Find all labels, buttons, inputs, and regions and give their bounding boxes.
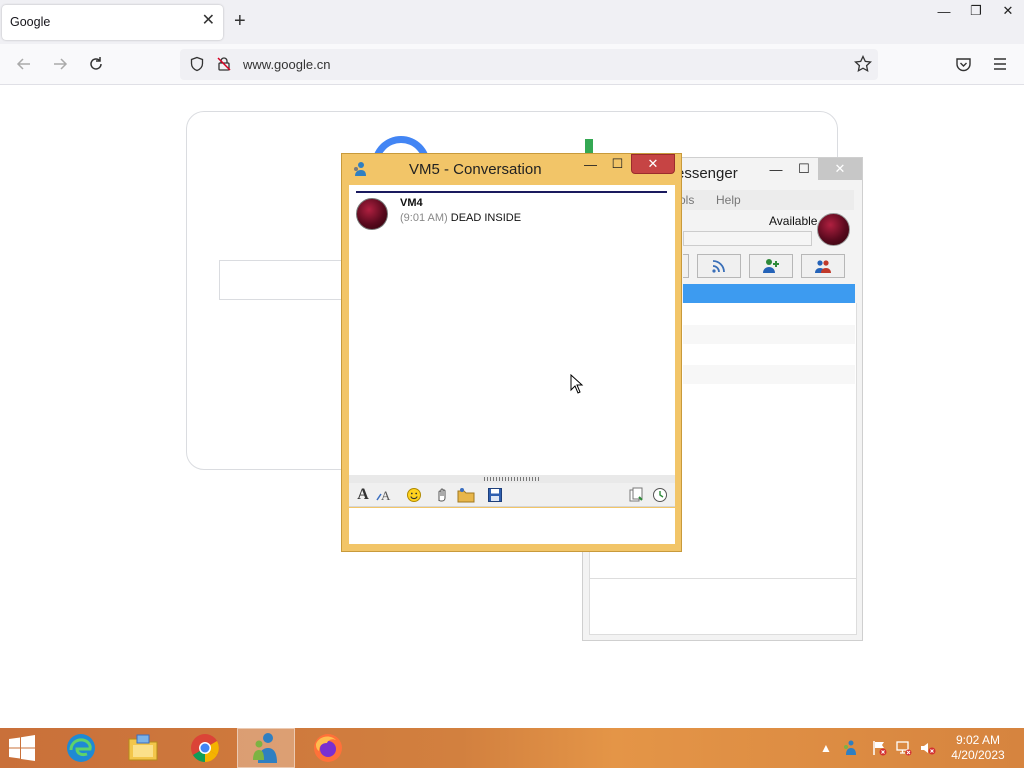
- shield-icon[interactable]: [189, 56, 205, 75]
- browser-navbar: www.google.cn: [0, 44, 1024, 85]
- messenger-toolbar: [683, 254, 853, 278]
- messenger-window-controls: — ☐ ✕: [762, 158, 862, 180]
- add-group-icon[interactable]: [801, 254, 845, 278]
- conversation-window-controls: — ☐ ✕: [577, 154, 675, 174]
- invite-icon[interactable]: [627, 486, 645, 504]
- system-tray: ▲ 9:02 AM 4/20/2023: [804, 728, 1024, 768]
- tab-title: Google: [10, 15, 51, 29]
- menu-icon[interactable]: [992, 56, 1008, 75]
- message-time: (9:01 AM): [400, 212, 448, 224]
- taskbar-chrome-icon[interactable]: [176, 728, 234, 768]
- browser-tab-google[interactable]: Google ✕: [2, 5, 223, 40]
- new-tab-button[interactable]: +: [234, 11, 246, 31]
- clock-time: 9:02 AM: [955, 733, 1001, 747]
- personal-message-field[interactable]: [683, 231, 812, 246]
- share-files-icon[interactable]: [457, 486, 475, 504]
- volume-muted-icon[interactable]: [920, 740, 936, 756]
- history-divider: [356, 191, 667, 193]
- add-contact-icon[interactable]: [749, 254, 793, 278]
- contact-list-bottom: [589, 578, 857, 635]
- save-icon[interactable]: [486, 486, 504, 504]
- history-icon[interactable]: [651, 486, 669, 504]
- format-toolbar: A A: [349, 483, 675, 507]
- font-style-icon[interactable]: A: [375, 486, 393, 504]
- taskbar-edge-icon[interactable]: [52, 728, 110, 768]
- presence-status[interactable]: Available: [769, 214, 817, 228]
- message-input[interactable]: [349, 508, 675, 544]
- close-button[interactable]: ✕: [992, 0, 1024, 22]
- google-search-input[interactable]: [219, 260, 349, 300]
- show-hidden-icons-icon[interactable]: ▲: [818, 740, 834, 756]
- toolbar-button-partial[interactable]: [683, 254, 689, 278]
- messenger-minimize-button[interactable]: —: [762, 158, 790, 180]
- pocket-icon[interactable]: [955, 56, 972, 76]
- start-button[interactable]: [8, 735, 36, 761]
- action-center-icon[interactable]: [872, 740, 888, 756]
- back-icon[interactable]: [13, 53, 35, 75]
- nudge-icon[interactable]: [433, 486, 451, 504]
- contact-list-selected-row[interactable]: [683, 284, 855, 303]
- messenger-maximize-button[interactable]: ☐: [790, 158, 818, 180]
- splitter-handle[interactable]: [349, 475, 675, 483]
- contact-avatar: [356, 198, 388, 230]
- message-history: VM4 (9:01 AM) DEAD INSIDE: [349, 185, 675, 475]
- svg-text:A: A: [381, 488, 391, 503]
- insecure-lock-icon[interactable]: [216, 56, 232, 75]
- conversation-close-button[interactable]: ✕: [631, 154, 675, 174]
- conversation-title: VM5 - Conversation: [409, 161, 542, 178]
- message-text: DEAD INSIDE: [450, 212, 522, 224]
- browser-tabstrip: Google ✕ + — ❐ ✕: [0, 0, 1024, 44]
- forward-icon[interactable]: [49, 53, 71, 75]
- user-avatar[interactable]: [817, 213, 850, 246]
- splitter-grip[interactable]: [484, 477, 539, 481]
- tab-close-icon[interactable]: ✕: [202, 13, 215, 29]
- menu-help[interactable]: Help: [716, 193, 741, 207]
- tray-messenger-icon[interactable]: [842, 740, 858, 756]
- mouse-cursor-icon: [570, 373, 584, 397]
- taskbar-firefox-icon[interactable]: [299, 728, 357, 768]
- browser-window-controls: — ❐ ✕: [928, 0, 1024, 22]
- conversation-minimize-button[interactable]: —: [577, 154, 604, 174]
- message-sender: VM4: [400, 197, 423, 209]
- message-line: (9:01 AM) DEAD INSIDE: [400, 212, 521, 224]
- taskbar: ▲ 9:02 AM 4/20/2023: [0, 728, 1024, 768]
- taskbar-file-explorer-icon[interactable]: [114, 728, 172, 768]
- contact-list-row[interactable]: [683, 365, 855, 384]
- reload-icon[interactable]: [85, 53, 107, 75]
- rss-icon[interactable]: [697, 254, 741, 278]
- messenger-app-icon: [352, 161, 368, 180]
- url-text[interactable]: www.google.cn: [243, 57, 330, 72]
- contact-list-row[interactable]: [683, 325, 855, 344]
- url-bar[interactable]: www.google.cn: [180, 49, 878, 80]
- conversation-maximize-button[interactable]: ☐: [604, 154, 631, 174]
- messenger-title: essenger: [676, 165, 738, 182]
- network-icon[interactable]: [896, 740, 912, 756]
- restore-button[interactable]: ❐: [960, 0, 992, 22]
- conversation-window: VM5 - Conversation — ☐ ✕ VM4 (9:01 AM) D…: [341, 153, 682, 552]
- emoticon-icon[interactable]: [405, 486, 423, 504]
- minimize-button[interactable]: —: [928, 0, 960, 22]
- taskbar-messenger-icon[interactable]: [237, 728, 295, 768]
- messenger-close-button[interactable]: ✕: [818, 158, 862, 180]
- clock-date: 4/20/2023: [951, 748, 1005, 762]
- font-icon[interactable]: A: [354, 486, 372, 504]
- bookmark-star-icon[interactable]: [854, 54, 872, 76]
- taskbar-clock[interactable]: 9:02 AM 4/20/2023: [948, 733, 1008, 763]
